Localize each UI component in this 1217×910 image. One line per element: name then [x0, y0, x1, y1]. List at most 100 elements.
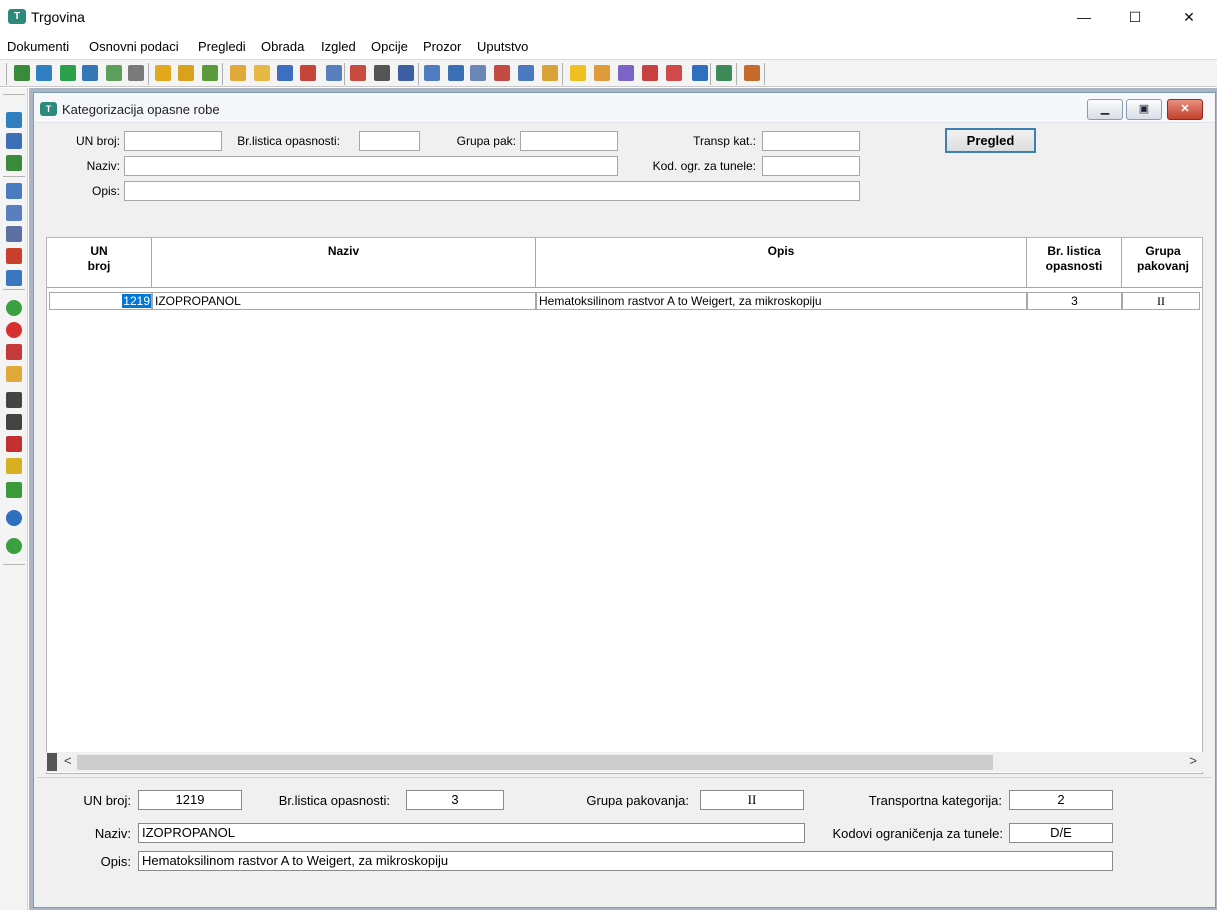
detail-transp-field[interactable]: 2	[1009, 790, 1113, 810]
copy-icon[interactable]	[470, 65, 486, 81]
undo-icon[interactable]	[6, 344, 22, 360]
print-icon[interactable]	[6, 183, 22, 199]
cell-grupa[interactable]: II	[1122, 292, 1200, 310]
menu-obrada[interactable]: Obrada	[261, 39, 304, 54]
calendar-icon[interactable]	[398, 65, 414, 81]
detail-opis-field[interactable]: Hematoksilinom rastvor A to Weigert, za …	[138, 851, 1113, 871]
detail-brlist-label: Br.listica opasnosti:	[278, 793, 390, 808]
close-button[interactable]: ✕	[1166, 4, 1212, 30]
import-icon[interactable]	[36, 65, 52, 81]
report-red-icon[interactable]	[494, 65, 510, 81]
sum-icon[interactable]	[374, 65, 390, 81]
refresh-icon[interactable]	[60, 65, 76, 81]
help-icon[interactable]	[692, 65, 708, 81]
child-restore-button[interactable]: ▣	[1126, 99, 1162, 120]
filter-un-input[interactable]	[124, 131, 222, 151]
envelope-icon[interactable]	[230, 65, 246, 81]
help-icon[interactable]	[6, 510, 22, 526]
dollar-icon[interactable]	[642, 65, 658, 81]
maximize-button[interactable]: ☐	[1112, 4, 1158, 30]
scroll-thumb[interactable]	[77, 755, 993, 770]
expand-icon[interactable]	[6, 482, 22, 498]
detail-grupa-field[interactable]: II	[700, 790, 804, 810]
calculator-icon[interactable]	[128, 65, 144, 81]
bulb-icon[interactable]	[570, 65, 586, 81]
minimize-button[interactable]: —	[1061, 4, 1107, 30]
left-toolbar	[0, 88, 28, 910]
chart-icon[interactable]	[716, 65, 732, 81]
save-as-icon[interactable]	[6, 133, 22, 149]
scroll-right-arrow-icon[interactable]: >	[1189, 753, 1197, 768]
find-icon[interactable]	[6, 392, 22, 408]
menu-opcije[interactable]: Opcije	[371, 39, 408, 54]
pregled-button[interactable]: Pregled	[945, 128, 1036, 153]
scroll-left-arrow-icon[interactable]: <	[64, 753, 72, 768]
column-header-naziv[interactable]: Naziv	[152, 238, 536, 288]
detail-brlist-field[interactable]: 3	[406, 790, 504, 810]
filter-brlist-label: Br.listica opasnosti:	[237, 134, 340, 148]
print-preview-icon[interactable]	[6, 205, 22, 221]
column-header-grupa[interactable]: Grupa pakovanj	[1122, 238, 1202, 288]
report-icon[interactable]	[518, 65, 534, 81]
child-minimize-button[interactable]: ▁	[1087, 99, 1123, 120]
add-circle-icon[interactable]	[6, 538, 22, 554]
menu-izgled[interactable]: Izgled	[321, 39, 356, 54]
add-icon[interactable]	[6, 300, 22, 316]
list-icon[interactable]	[326, 65, 342, 81]
box-red-icon[interactable]	[6, 248, 22, 264]
filter-icon[interactable]	[6, 458, 22, 474]
gear-icon[interactable]	[618, 65, 634, 81]
export-icon[interactable]	[82, 65, 98, 81]
menu-dokumenti[interactable]: Dokumenti	[7, 39, 69, 54]
menu-pregledi[interactable]: Pregledi	[198, 39, 246, 54]
menu-uputstvo[interactable]: Uputstvo	[477, 39, 528, 54]
column-header-brlist[interactable]: Br. listica opasnosti	[1027, 238, 1122, 288]
delete-icon[interactable]	[6, 322, 22, 338]
list-red-icon[interactable]	[350, 65, 366, 81]
column-header-un[interactable]: UN broj	[47, 238, 152, 288]
column-header-opis[interactable]: Opis	[536, 238, 1027, 288]
folder-out-icon[interactable]	[178, 65, 194, 81]
record-1-icon[interactable]	[14, 65, 30, 81]
filter-grupa-input[interactable]	[520, 131, 618, 151]
cell-brlist[interactable]: 3	[1027, 292, 1122, 310]
box-blue-icon[interactable]	[6, 270, 22, 286]
detail-kod-label: Kodovi ograničenja za tunele:	[832, 826, 1003, 841]
save-icon[interactable]	[6, 112, 22, 128]
note-icon[interactable]	[254, 65, 270, 81]
detail-kod-field[interactable]: D/E	[1009, 823, 1113, 843]
menu-prozor[interactable]: Prozor	[423, 39, 461, 54]
link-icon[interactable]	[6, 226, 22, 242]
export-doc-icon[interactable]	[106, 65, 122, 81]
sort-icon[interactable]	[6, 436, 22, 452]
gem-icon[interactable]	[666, 65, 682, 81]
filter-kod-input[interactable]	[762, 156, 860, 176]
toolbar-separator	[764, 63, 765, 85]
horizontal-scrollbar[interactable]: < >	[46, 752, 1203, 772]
cell-opis[interactable]: Hematoksilinom rastvor A to Weigert, za …	[536, 292, 1027, 310]
filter-transp-input[interactable]	[762, 131, 860, 151]
toolbar-separator	[148, 63, 149, 85]
exit-icon[interactable]	[744, 65, 760, 81]
cell-un[interactable]: 1219	[49, 292, 152, 310]
filter-opis-input[interactable]	[124, 181, 860, 201]
detail-naziv-field[interactable]: IZOPROPANOL	[138, 823, 805, 843]
export-table-icon[interactable]	[6, 155, 22, 171]
detail-un-field[interactable]: 1219	[138, 790, 242, 810]
cell-naziv[interactable]: IZOPROPANOL	[152, 292, 536, 310]
tag-icon[interactable]	[594, 65, 610, 81]
card-red-icon[interactable]	[300, 65, 316, 81]
data-grid[interactable]: UN broj Naziv Opis Br. listica opasnosti G…	[46, 237, 1203, 774]
child-close-button[interactable]: ✕	[1167, 99, 1203, 120]
layout-icon[interactable]	[424, 65, 440, 81]
folder-up-icon[interactable]	[202, 65, 218, 81]
filter-naziv-input[interactable]	[124, 156, 618, 176]
find-next-icon[interactable]	[6, 414, 22, 430]
report-yellow-icon[interactable]	[542, 65, 558, 81]
folder-in-icon[interactable]	[155, 65, 171, 81]
table-icon[interactable]	[448, 65, 464, 81]
card-icon[interactable]	[277, 65, 293, 81]
filter-brlist-input[interactable]	[359, 131, 420, 151]
menu-osnovni-podaci[interactable]: Osnovni podaci	[89, 39, 179, 54]
edit-icon[interactable]	[6, 366, 22, 382]
